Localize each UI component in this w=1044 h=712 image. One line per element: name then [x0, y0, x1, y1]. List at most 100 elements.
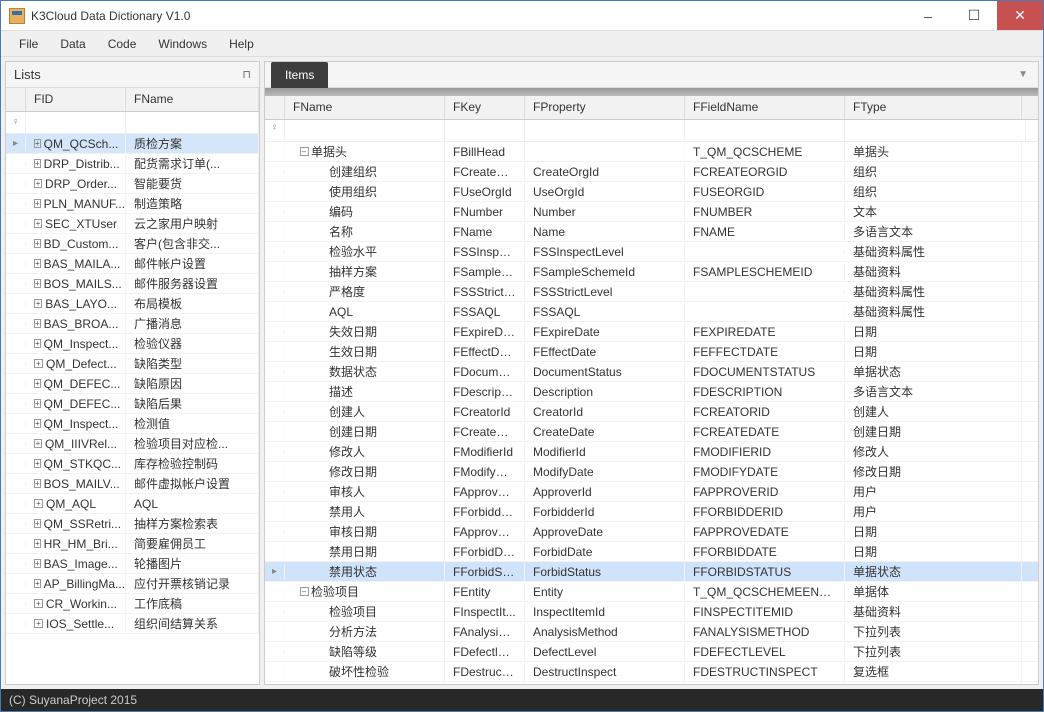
list-row[interactable]: +BAS_MAILA...邮件帐户设置: [6, 254, 259, 274]
item-row[interactable]: 检验项目FInspectIt...InspectItemIdFINSPECTIT…: [265, 602, 1038, 622]
list-row[interactable]: +BAS_BROA...广播消息: [6, 314, 259, 334]
expander-icon[interactable]: +: [34, 459, 41, 468]
item-row[interactable]: 修改人FModifierIdModifierIdFMODIFIERID修改人: [265, 442, 1038, 462]
menu-data[interactable]: Data: [50, 33, 95, 55]
item-row[interactable]: 重点检查FKeyInspectKeyInspectFKEYINSPECT复选框: [265, 682, 1038, 684]
items-filter-fkey[interactable]: [445, 120, 525, 141]
item-row[interactable]: 描述FDescriptionDescriptionFDESCRIPTION多语言…: [265, 382, 1038, 402]
item-row[interactable]: 禁用日期FForbidDateForbidDateFFORBIDDATE日期: [265, 542, 1038, 562]
expander-icon[interactable]: +: [34, 499, 43, 508]
item-row[interactable]: 审核日期FApproveD...ApproveDateFAPPROVEDATE日…: [265, 522, 1038, 542]
expander-icon[interactable]: +: [34, 219, 42, 228]
menu-code[interactable]: Code: [98, 33, 147, 55]
list-row[interactable]: +BD_Custom...客户(包含非交...: [6, 234, 259, 254]
item-row[interactable]: 缺陷等级FDefectlevelDefectLevelFDEFECTLEVEL下…: [265, 642, 1038, 662]
list-row[interactable]: +QM_SSRetri...抽样方案检索表: [6, 514, 259, 534]
items-col-fkey[interactable]: FKey: [445, 96, 525, 119]
expander-icon[interactable]: +: [34, 159, 41, 168]
list-row[interactable]: +QM_Inspect...检验仪器: [6, 334, 259, 354]
items-col-fproperty[interactable]: FProperty: [525, 96, 685, 119]
item-row[interactable]: 数据状态FDocumen...DocumentStatusFDOCUMENTST…: [265, 362, 1038, 382]
filter-icon[interactable]: ♀: [265, 120, 285, 141]
lists-filter-fid[interactable]: [26, 112, 126, 133]
lists-col-fid[interactable]: FID: [26, 88, 126, 111]
minimize-button[interactable]: –: [905, 1, 951, 30]
items-grid-body[interactable]: –单据头FBillHeadT_QM_QCSCHEME单据头创建组织FCreate…: [265, 142, 1038, 684]
expander-icon[interactable]: +: [34, 619, 43, 628]
list-row[interactable]: +QM_AQLAQL: [6, 494, 259, 514]
filter-icon[interactable]: ♀: [6, 112, 26, 133]
item-row[interactable]: AQLFSSAQLFSSAQL基础资料属性: [265, 302, 1038, 322]
lists-col-fname[interactable]: FName: [126, 88, 259, 111]
item-row[interactable]: 创建人FCreatorIdCreatorIdFCREATORID创建人: [265, 402, 1038, 422]
lists-grid-body[interactable]: ▸+QM_QCSch...质检方案+DRP_Distrib...配货需求订单(.…: [6, 134, 259, 684]
list-row[interactable]: +QM_Defect...缺陷类型: [6, 354, 259, 374]
item-row[interactable]: 创建日期FCreateDateCreateDateFCREATEDATE创建日期: [265, 422, 1038, 442]
items-col-ffieldname[interactable]: FFieldName: [685, 96, 845, 119]
expander-icon[interactable]: +: [34, 539, 41, 548]
expander-icon[interactable]: +: [34, 559, 41, 568]
item-row[interactable]: 失效日期FExpireDateFExpireDateFEXPIREDATE日期: [265, 322, 1038, 342]
list-row[interactable]: +DRP_Distrib...配货需求订单(...: [6, 154, 259, 174]
items-filter-ftype[interactable]: [845, 120, 1026, 141]
item-row[interactable]: 分析方法FAnalysisM...AnalysisMethodFANALYSIS…: [265, 622, 1038, 642]
expander-icon[interactable]: +: [34, 579, 41, 588]
expander-icon[interactable]: +: [34, 179, 42, 188]
expander-icon[interactable]: +: [34, 519, 41, 528]
item-row[interactable]: 修改日期FModifyDateModifyDateFMODIFYDATE修改日期: [265, 462, 1038, 482]
list-row[interactable]: ▸+QM_QCSch...质检方案: [6, 134, 259, 154]
expander-icon[interactable]: +: [34, 419, 41, 428]
maximize-button[interactable]: ☐: [951, 1, 997, 30]
lists-filter-fname[interactable]: [126, 112, 259, 133]
list-row[interactable]: +QM_DEFEC...缺陷原因: [6, 374, 259, 394]
item-row[interactable]: 抽样方案FSampleSc...FSampleSchemeIdFSAMPLESC…: [265, 262, 1038, 282]
list-row[interactable]: +QM_DEFEC...缺陷后果: [6, 394, 259, 414]
list-row[interactable]: +BOS_MAILV...邮件虚拟帐户设置: [6, 474, 259, 494]
item-row[interactable]: 创建组织FCreateOrgIdCreateOrgIdFCREATEORGID组…: [265, 162, 1038, 182]
item-row[interactable]: –检验项目FEntityEntityT_QM_QCSCHEMEENTRY单据体: [265, 582, 1038, 602]
expander-icon[interactable]: +: [34, 599, 43, 608]
expander-icon[interactable]: +: [34, 259, 41, 268]
list-row[interactable]: +DRP_Order...智能要货: [6, 174, 259, 194]
item-row[interactable]: 生效日期FEffectDateFEffectDateFEFFECTDATE日期: [265, 342, 1038, 362]
expander-icon[interactable]: +: [34, 239, 41, 248]
expander-icon[interactable]: +: [34, 399, 41, 408]
menu-help[interactable]: Help: [219, 33, 264, 55]
tab-items[interactable]: Items: [271, 62, 328, 88]
item-row[interactable]: 禁用人FForbidderIdForbidderIdFFORBIDDERID用户: [265, 502, 1038, 522]
list-row[interactable]: +QM_Inspect...检测值: [6, 414, 259, 434]
expander-icon[interactable]: +: [34, 359, 43, 368]
list-row[interactable]: +HR_HM_Bri...简要雇佣员工: [6, 534, 259, 554]
list-row[interactable]: +AP_BillingMa...应付开票核销记录: [6, 574, 259, 594]
expander-icon[interactable]: +: [34, 339, 41, 348]
item-row[interactable]: 审核人FApproverIdApproverIdFAPPROVERID用户: [265, 482, 1038, 502]
list-row[interactable]: +BAS_Image...轮播图片: [6, 554, 259, 574]
items-filter-ffieldname[interactable]: [685, 120, 845, 141]
close-button[interactable]: ✕: [997, 1, 1043, 30]
expander-icon[interactable]: –: [300, 587, 309, 596]
list-row[interactable]: +BAS_LAYO...布局模板: [6, 294, 259, 314]
tab-dropdown-icon[interactable]: ▼: [1014, 67, 1032, 82]
items-filter-fproperty[interactable]: [525, 120, 685, 141]
item-row[interactable]: 编码FNumberNumberFNUMBER文本: [265, 202, 1038, 222]
list-row[interactable]: +QM_STKQC...库存检验控制码: [6, 454, 259, 474]
expander-icon[interactable]: +: [34, 279, 41, 288]
item-row[interactable]: 检验水平FSSInspect...FSSInspectLevel基础资料属性: [265, 242, 1038, 262]
items-col-ftype[interactable]: FType: [845, 96, 1022, 119]
item-row[interactable]: 使用组织FUseOrgIdUseOrgIdFUSEORGID组织: [265, 182, 1038, 202]
items-col-fname[interactable]: FName: [285, 96, 445, 119]
menu-windows[interactable]: Windows: [148, 33, 217, 55]
expander-icon[interactable]: –: [300, 147, 309, 156]
item-row[interactable]: 严格度FSSStrictLe...FSSStrictLevel基础资料属性: [265, 282, 1038, 302]
expander-icon[interactable]: +: [34, 139, 41, 148]
expander-icon[interactable]: +: [34, 299, 42, 308]
expander-icon[interactable]: +: [34, 319, 41, 328]
item-row[interactable]: ▸禁用状态FForbidStatusForbidStatusFFORBIDSTA…: [265, 562, 1038, 582]
list-row[interactable]: +SEC_XTUser云之家用户映射: [6, 214, 259, 234]
item-row[interactable]: 名称FNameNameFNAME多语言文本: [265, 222, 1038, 242]
item-row[interactable]: 破坏性检验FDestructI...DestructInspectFDESTRU…: [265, 662, 1038, 682]
pin-icon[interactable]: ⊓: [242, 68, 251, 81]
menu-file[interactable]: File: [9, 33, 48, 55]
list-row[interactable]: +IOS_Settle...组织间结算关系: [6, 614, 259, 634]
list-row[interactable]: +PLN_MANUF...制造策略: [6, 194, 259, 214]
